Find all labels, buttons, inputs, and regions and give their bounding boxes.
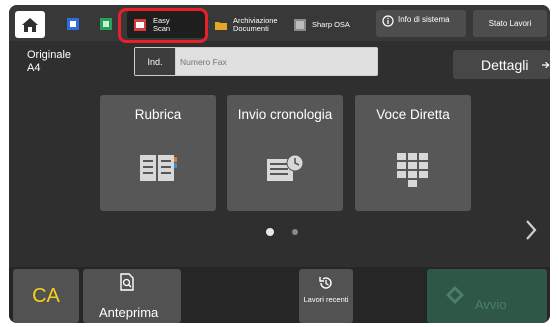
sharp-osa-button[interactable]: Sharp OSA (294, 11, 364, 38)
address-button[interactable]: Ind. (135, 48, 175, 75)
avvio-label: Avvio (475, 297, 507, 312)
dettagli-button[interactable]: Dettagli (453, 50, 550, 79)
tile-rubrica[interactable]: Rubrica (100, 95, 216, 211)
archiviazione-label: Archiviazione Documenti (233, 15, 278, 33)
stato-lavori-button[interactable]: Stato Lavori (473, 10, 547, 37)
page-indicator (292, 229, 298, 235)
tile-invio-cronologia-label: Invio cronologia (237, 107, 333, 122)
address-book-icon (140, 155, 177, 181)
stato-lavori-label: Stato Lavori (488, 19, 532, 28)
arrow-right-icon (542, 61, 550, 68)
easy-scan-highlight (118, 8, 208, 43)
info-label: Info di sistema (398, 15, 450, 24)
info-di-sistema-button[interactable]: Info di sistema (376, 10, 466, 37)
preview-icon (120, 273, 134, 291)
anteprima-label: Anteprima (99, 305, 159, 320)
dettagli-label: Dettagli (481, 56, 529, 73)
original-size-button[interactable]: Originale A4 (27, 49, 71, 75)
sharp-osa-label: Sharp OSA (312, 19, 350, 29)
ca-label: CA (32, 284, 60, 307)
folder-icon (215, 21, 227, 30)
top-bar: Easy Scan Archiviazione Documenti Sharp … (9, 5, 550, 41)
anteprima-button[interactable]: Anteprima (83, 269, 181, 323)
ind-label: Ind. (147, 56, 163, 67)
tile-voce-diretta[interactable]: Voce Diretta (355, 95, 471, 211)
start-diamond-icon (446, 286, 464, 304)
avvio-button[interactable]: Avvio (427, 269, 547, 323)
tile-invio-cronologia[interactable]: Invio cronologia (227, 95, 343, 211)
original-size-value: A4 (27, 62, 41, 74)
fax-number-input[interactable] (176, 48, 377, 75)
info-icon (382, 15, 394, 27)
home-button[interactable] (15, 11, 45, 38)
lavori-recenti-button[interactable]: Lavori recenti (299, 269, 353, 323)
tile-voce-diretta-label: Voce Diretta (376, 107, 450, 122)
chevron-right-icon[interactable] (524, 219, 538, 241)
home-icon (22, 17, 38, 32)
address-field: Ind. (134, 47, 378, 76)
lavori-recenti-label: Lavori recenti (303, 295, 349, 304)
keypad-icon (397, 153, 428, 187)
sharp-osa-icon (294, 18, 306, 31)
fax-screen: Easy Scan Archiviazione Documenti Sharp … (9, 5, 550, 323)
history-icon (319, 277, 332, 289)
scan-app-icon[interactable] (99, 17, 113, 31)
clear-all-button[interactable]: CA (13, 269, 79, 323)
tile-rubrica-label: Rubrica (134, 107, 182, 122)
page-indicator-active (266, 228, 274, 236)
archiviazione-documenti-button[interactable]: Archiviazione Documenti (215, 11, 287, 38)
copy-app-icon[interactable] (66, 17, 80, 31)
original-label: Originale (27, 49, 72, 61)
history-list-icon (267, 154, 304, 181)
